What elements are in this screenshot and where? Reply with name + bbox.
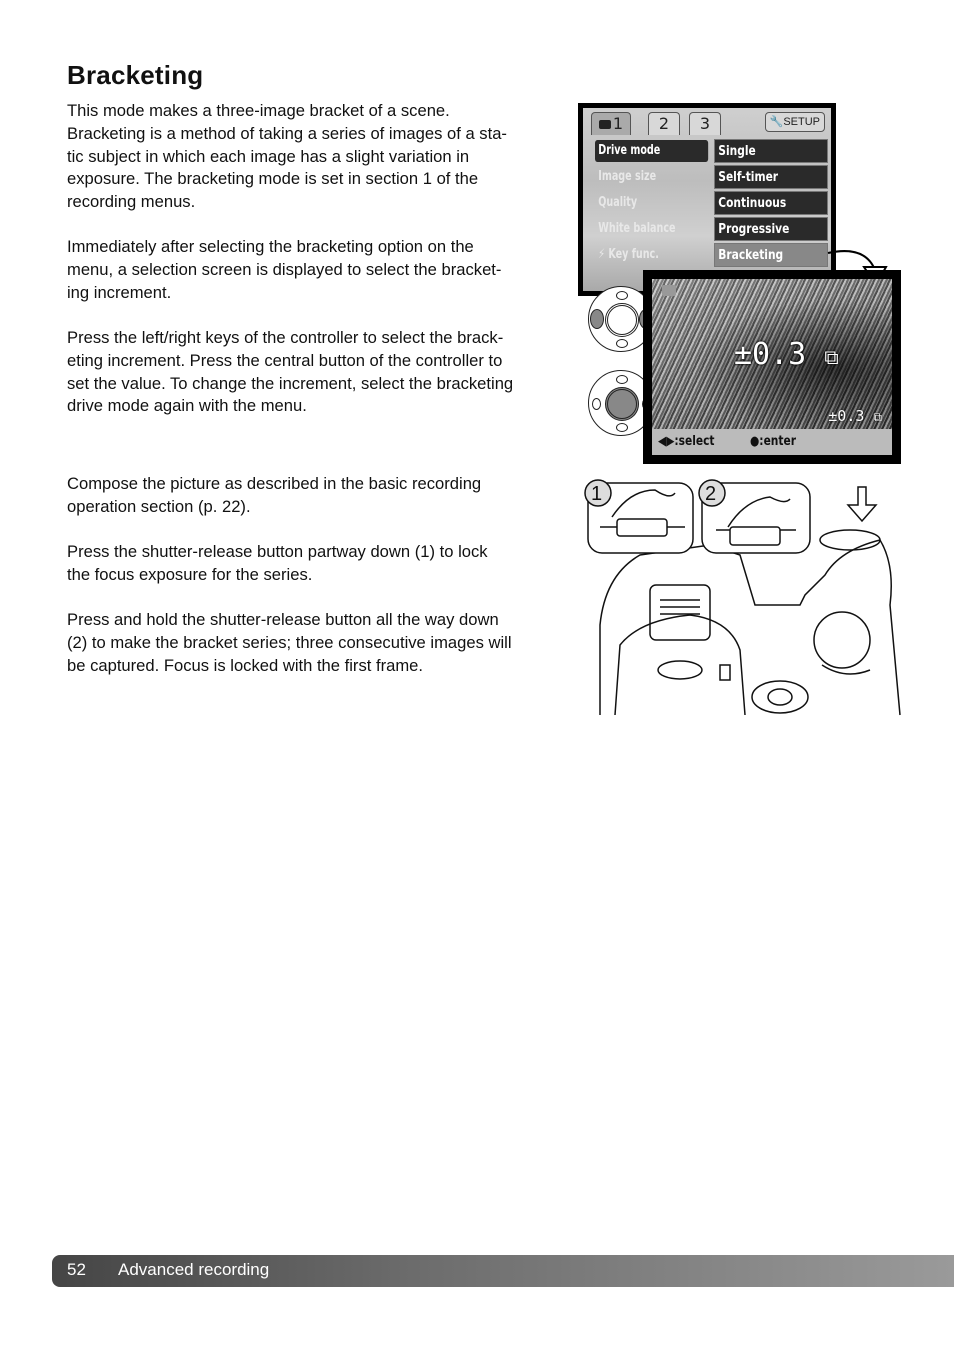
paragraph-line: be captured. Focus is locked with the fi…: [67, 655, 423, 675]
paragraph-line: exposure. The bracketing mode is set in …: [67, 169, 479, 189]
paragraph-line: the focus exposure for the series.: [67, 564, 313, 584]
paragraph-line: eting increment. Press the central butto…: [67, 350, 503, 370]
enter-hint: ●:enter: [750, 434, 796, 449]
option-continuous: Continuous: [714, 191, 828, 215]
page-number: 52: [67, 1260, 86, 1279]
svg-text:2: 2: [705, 483, 716, 505]
paragraph-line: Press and hold the shutter-release butto…: [67, 610, 499, 629]
paragraph-line: menu, a selection screen is displayed to…: [67, 259, 502, 279]
menu-item-white-balance: White balance: [598, 221, 676, 236]
page-title: Bracketing: [67, 60, 204, 90]
bracket-increment-small: ±0.3 ⧉: [828, 407, 882, 425]
bracket-increment-large: ±0.3 ⧉: [734, 337, 839, 372]
menu-tab-3: 3: [689, 112, 721, 135]
body-paragraph: Immediately after selecting the bracketi…: [67, 236, 567, 304]
down-arrow-icon: [846, 486, 878, 523]
menu-item-drive-mode: Drive mode: [595, 140, 709, 162]
paragraph-line: operation section (p. 22).: [67, 496, 251, 516]
menu-item-key-func: ⚡ Key func.: [598, 247, 659, 262]
wrench-icon: 🔧: [769, 116, 784, 128]
menu-item-image-size: Image size: [598, 169, 657, 184]
body-paragraph: Press the left/right keys of the control…: [67, 327, 567, 418]
paragraph-line: Press the shutter-release button partway…: [67, 542, 488, 561]
paragraph-line: Bracketing is a method of taking a serie…: [67, 123, 507, 143]
menu-tab-1: 1: [591, 112, 631, 135]
paragraph-line: (2) to make the bracket series; three co…: [67, 632, 512, 652]
paragraph-line: set the value. To change the increment, …: [67, 373, 514, 393]
flash-icon: ⚡: [598, 247, 609, 262]
bracket-icon: ⧉: [824, 345, 839, 369]
bracket-icon: ⧉: [873, 410, 882, 424]
option-bracketing: Bracketing: [714, 243, 828, 267]
paragraph-line: tic subject in which each image has a sl…: [67, 146, 470, 166]
body-paragraph: Press the shutter-release button partway…: [67, 541, 567, 587]
select-hint: ◀▶:select: [658, 434, 715, 449]
paragraph-line: ing increment.: [67, 282, 172, 302]
paragraph-line: recording menus.: [67, 192, 196, 212]
setup-tab: 🔧SETUP: [764, 112, 825, 132]
paragraph-line: drive mode again with the menu.: [67, 396, 307, 416]
bracket-selection-screen: ±0.3 ⧉ ±0.3 ⧉ ◀▶:select ●:enter: [643, 270, 901, 464]
shutter-step-2: 2: [698, 479, 811, 554]
menu-tab-2: 2: [648, 112, 680, 135]
section-name: Advanced recording: [118, 1260, 270, 1279]
paragraph-line: This mode makes a three-image bracket of…: [67, 101, 450, 120]
body-paragraph: Compose the picture as described in the …: [67, 473, 567, 519]
body-paragraph: This mode makes a three-image bracket of…: [67, 100, 567, 214]
option-self-timer: Self-timer: [714, 165, 828, 189]
camera-icon: [598, 120, 611, 129]
shutter-step-1: 1: [584, 479, 694, 554]
menu-item-quality: Quality: [598, 195, 638, 210]
page-footer: 52 Advanced recording: [52, 1255, 954, 1287]
option-single: Single: [714, 139, 828, 163]
option-progressive: Progressive: [714, 217, 828, 241]
paragraph-line: Press the left/right keys of the control…: [67, 328, 504, 347]
paragraph-line: Immediately after selecting the bracketi…: [67, 237, 474, 256]
paragraph-line: Compose the picture as described in the …: [67, 474, 482, 493]
body-paragraph: Press and hold the shutter-release butto…: [67, 609, 567, 677]
svg-text:1: 1: [591, 483, 602, 505]
palm-photo: ±0.3 ⧉ ±0.3 ⧉: [652, 279, 892, 429]
menu-screen-illustration: 1 2 3 🔧SETUP Drive mode Image size Quali…: [578, 103, 836, 296]
camera-icon: [662, 285, 676, 296]
camera-shutter-illustration: 1 2: [584, 479, 901, 716]
